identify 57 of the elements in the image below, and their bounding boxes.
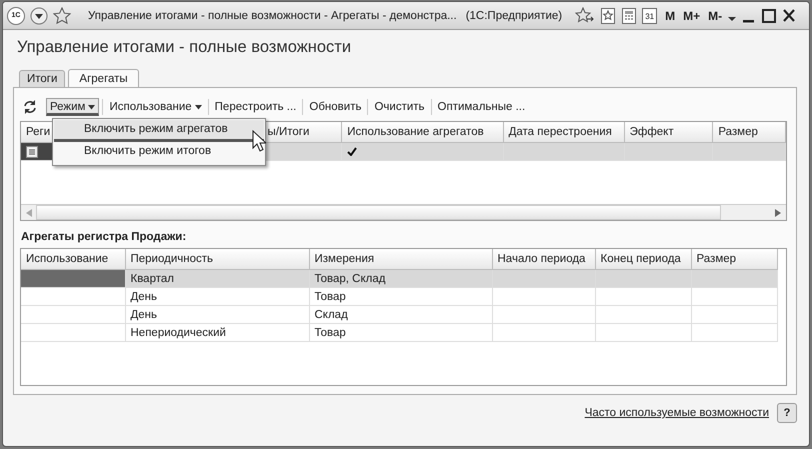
table-row[interactable]: День Склад: [21, 306, 777, 324]
table-cell: День: [125, 288, 309, 306]
toolbar-button[interactable]: Обновить: [306, 99, 364, 115]
column-header[interactable]: Размер: [691, 249, 777, 270]
column-header[interactable]: Начало периода: [492, 249, 595, 270]
column-header[interactable]: Размер: [712, 122, 786, 142]
calculator-icon[interactable]: [621, 6, 638, 24]
link[interactable]: Часто используемые возможности: [584, 407, 769, 419]
form-title: Управление итогами - полные возможности: [16, 37, 352, 58]
column-header[interactable]: Использование агрегатов: [342, 122, 504, 142]
calendar-button[interactable]: 31: [642, 8, 658, 24]
table-cell: Товар: [309, 288, 492, 306]
table-cell: День: [125, 306, 309, 324]
toolbar-button[interactable]: Очистить: [371, 99, 428, 115]
memory-button[interactable]: M+: [683, 8, 700, 22]
help-button[interactable]: ?: [777, 403, 797, 423]
caret-icon: [194, 104, 202, 110]
star-icon[interactable]: [53, 6, 71, 24]
scroll-thumb[interactable]: [36, 205, 721, 220]
window-title: Управление итогами - полные возможности - Агрегаты - демонстра...: [88, 10, 457, 22]
right-arrow-icon[interactable]: [775, 208, 781, 216]
column-header[interactable]: Использование: [21, 249, 125, 270]
maximize-icon[interactable]: [761, 6, 778, 24]
horizontal-scrollbar[interactable]: [21, 204, 786, 220]
column-header[interactable]: Периодичность: [125, 249, 309, 270]
toolbar-button[interactable]: Использование: [106, 99, 205, 115]
checkmark-icon[interactable]: [347, 147, 358, 156]
star-page-icon[interactable]: [600, 6, 616, 24]
table-cell: Склад: [309, 306, 492, 324]
table-cell: Квартал: [125, 270, 309, 288]
dropdown-icon[interactable]: [30, 6, 48, 24]
memory-button[interactable]: M: [665, 8, 676, 22]
section-label: Агрегаты регистра Продажи:: [20, 230, 188, 245]
tab[interactable]: Агрегаты: [68, 69, 139, 88]
table-row[interactable]: Непериодический Товар: [21, 324, 777, 342]
tab[interactable]: Итоги: [19, 70, 66, 87]
refresh-icon[interactable]: [22, 99, 38, 115]
column-header[interactable]: Дата перестроения: [503, 122, 624, 142]
menu-item[interactable]: Включить режим агрегатов: [54, 120, 264, 142]
column-header[interactable]: Конец периода: [595, 249, 691, 270]
caret-icon: [88, 104, 96, 110]
star-arrow-icon[interactable]: [575, 6, 596, 24]
table-row[interactable]: День Товар: [21, 288, 777, 306]
menu-item[interactable]: Включить режим итогов: [54, 142, 264, 164]
app-name: (1С:Предприятие): [466, 10, 562, 22]
table-cell: Непериодический: [125, 324, 309, 342]
close-icon[interactable]: [782, 6, 796, 24]
toolbar-button[interactable]: Оптимальные ...: [434, 99, 528, 115]
table-row[interactable]: Квартал Товар, Склад: [21, 270, 777, 288]
column-header[interactable]: Эффект: [624, 122, 713, 142]
column-header[interactable]: Измерения: [309, 249, 492, 270]
memory-button[interactable]: M-: [708, 8, 722, 22]
toolbar-button[interactable]: Режим: [46, 98, 100, 116]
table-cell: Товар: [309, 324, 492, 342]
table-cell: Товар, Склад: [309, 270, 492, 288]
toolbar-button[interactable]: Перестроить ...: [212, 99, 300, 115]
register-icon: [26, 146, 38, 158]
